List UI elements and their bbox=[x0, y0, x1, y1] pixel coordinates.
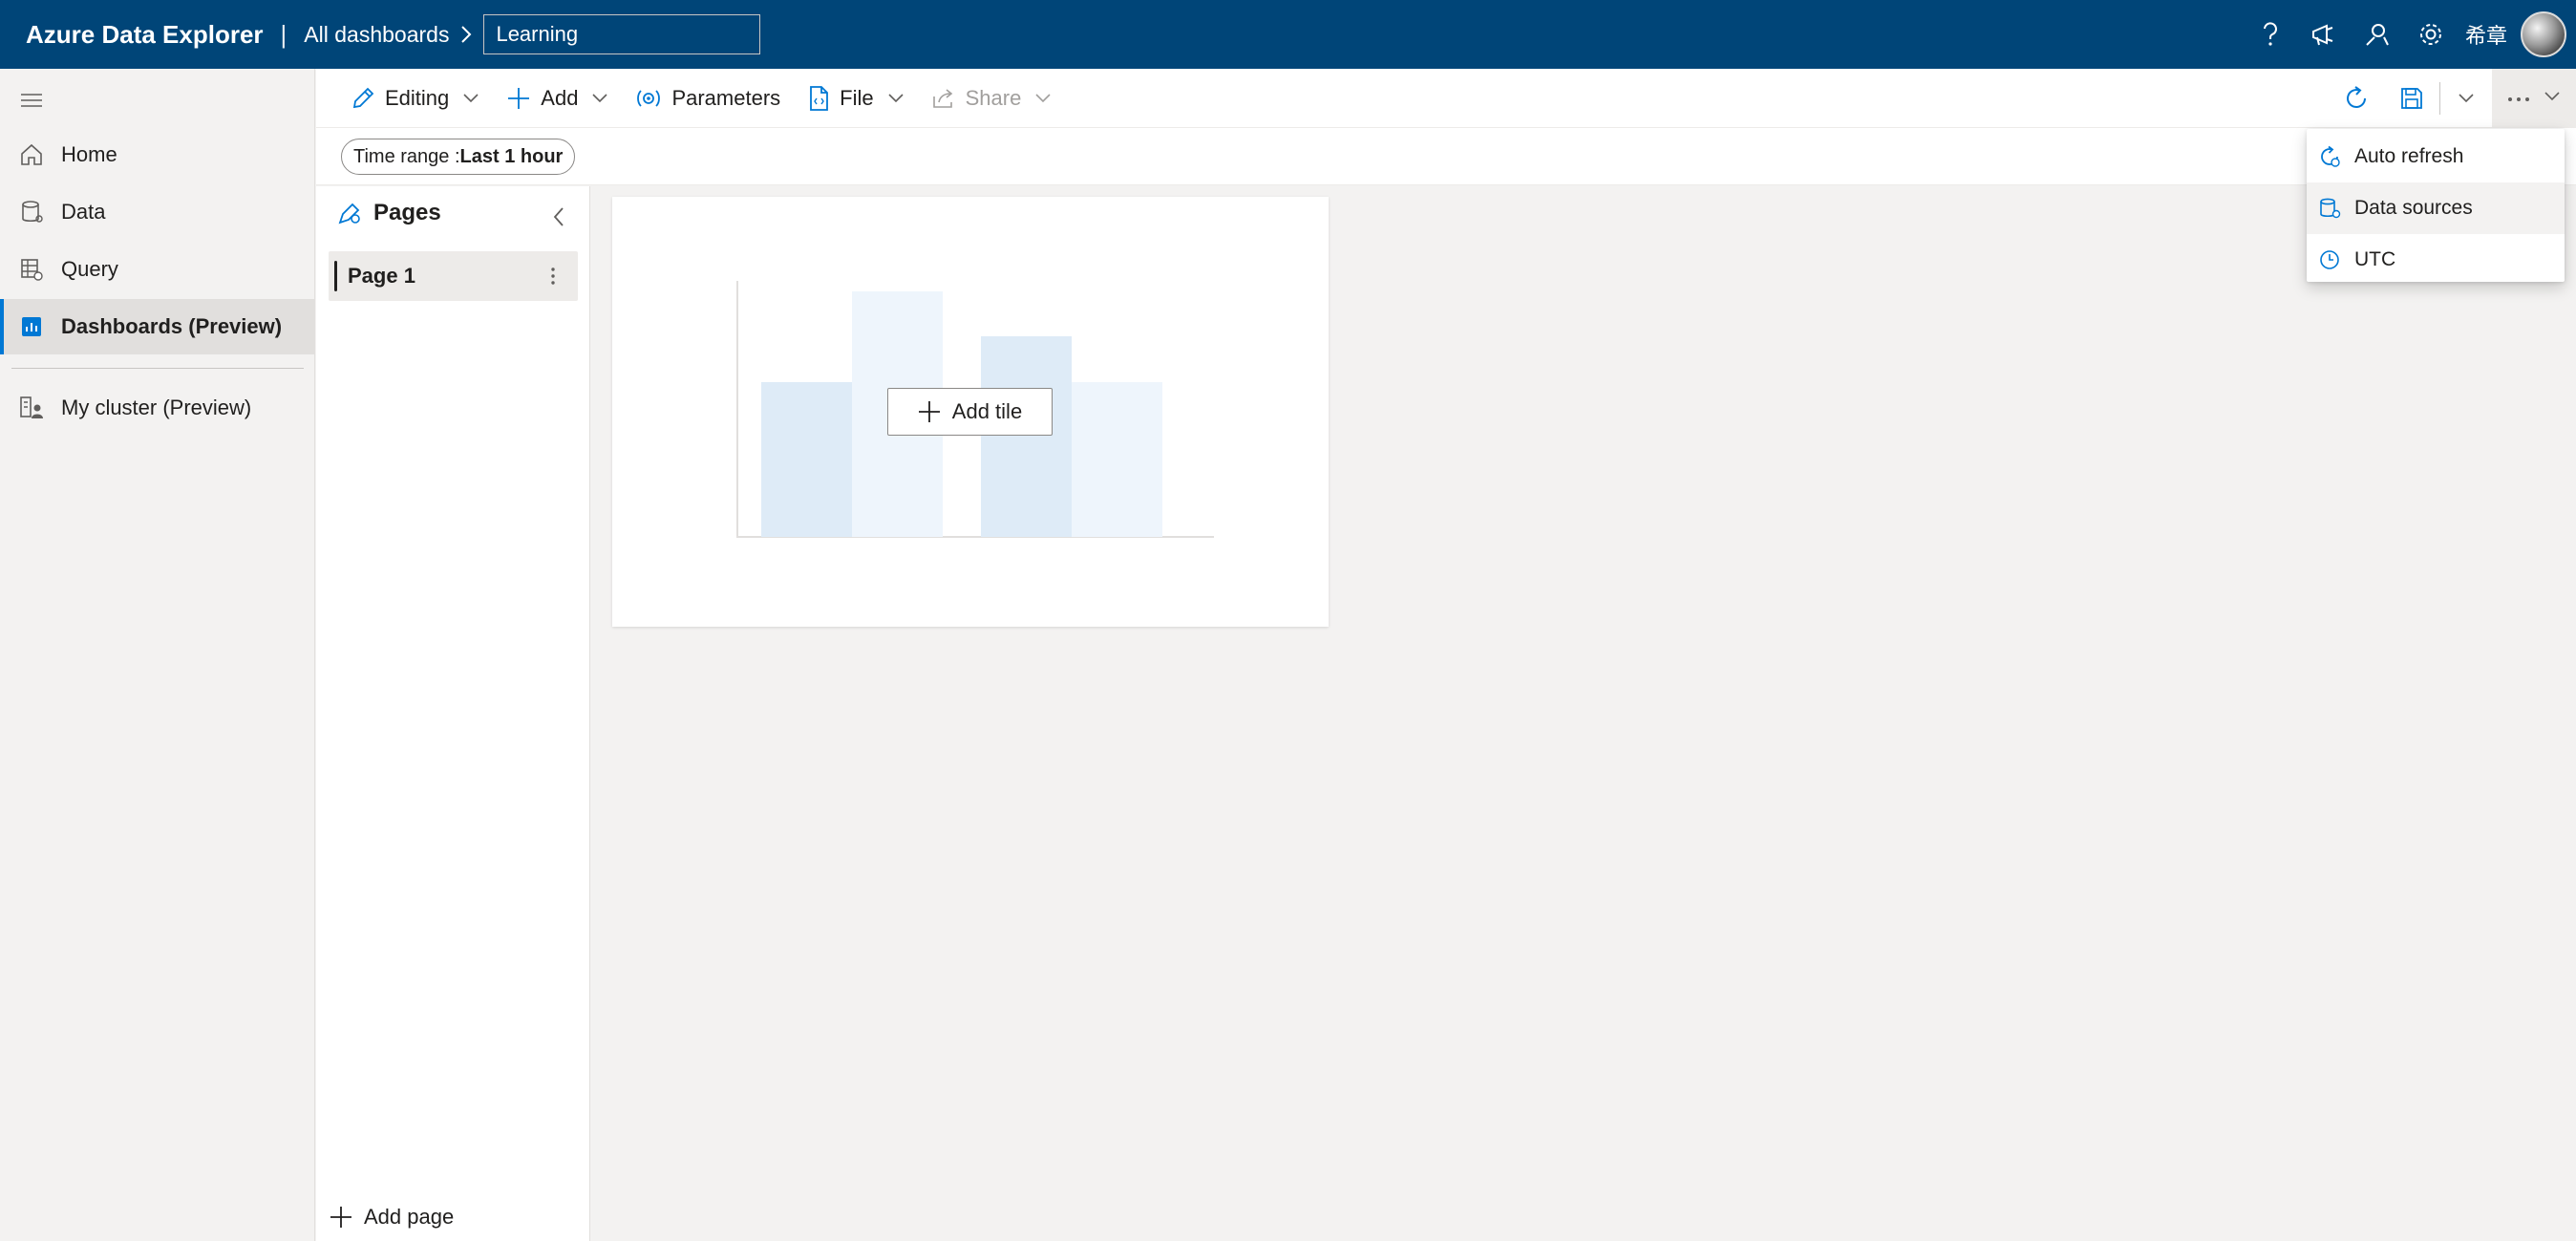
menu-item-label: Data sources bbox=[2354, 197, 2473, 219]
nav-item-home[interactable]: Home bbox=[0, 127, 315, 182]
more-options-button[interactable] bbox=[2492, 69, 2576, 128]
feedback-icon[interactable] bbox=[2351, 0, 2404, 69]
share-icon bbox=[931, 87, 956, 110]
chevron-down-icon bbox=[1034, 93, 1052, 104]
chevron-down-icon bbox=[887, 93, 905, 104]
add-page-label: Add page bbox=[364, 1205, 455, 1229]
top-bar: Azure Data Explorer | All dashboards 希章 bbox=[0, 0, 2576, 69]
page-more-vertical-icon[interactable] bbox=[540, 263, 566, 289]
filter-bar: Time range : Last 1 hour bbox=[316, 128, 2576, 185]
nav-item-label: Query bbox=[61, 257, 118, 281]
header-actions: 希章 bbox=[2244, 0, 2576, 69]
save-icon[interactable] bbox=[2384, 69, 2439, 128]
more-options-menu: Auto refresh Data sources UTC bbox=[2307, 129, 2565, 282]
menu-item-utc[interactable]: UTC bbox=[2307, 234, 2565, 286]
parameters-icon bbox=[635, 87, 662, 110]
data-sources-icon bbox=[2318, 197, 2341, 220]
empty-tile-placeholder: Add tile bbox=[612, 197, 1329, 627]
time-range-label: Time range : bbox=[353, 145, 460, 167]
announcements-icon[interactable] bbox=[2297, 0, 2351, 69]
add-tile-label: Add tile bbox=[951, 399, 1023, 423]
toolbar-right-actions bbox=[2329, 69, 2576, 128]
menu-item-label: Auto refresh bbox=[2354, 145, 2464, 167]
file-icon bbox=[807, 85, 830, 112]
hamburger-menu-icon[interactable] bbox=[17, 86, 46, 115]
pages-header: Pages bbox=[337, 200, 441, 226]
app-title[interactable]: Azure Data Explorer bbox=[26, 20, 264, 50]
nav-item-data[interactable]: Data bbox=[0, 184, 315, 240]
editing-button[interactable]: Editing bbox=[337, 69, 493, 128]
pages-panel: Pages Page 1 Add page bbox=[316, 186, 590, 1241]
help-icon[interactable] bbox=[2244, 0, 2297, 69]
left-navigation: Home Data Query Dashboards (Preview) My … bbox=[0, 69, 315, 1241]
menu-item-data-sources[interactable]: Data sources bbox=[2307, 182, 2565, 234]
page-list-item[interactable]: Page 1 bbox=[329, 251, 578, 301]
breadcrumb-all-dashboards[interactable]: All dashboards bbox=[304, 22, 449, 48]
share-button[interactable]: Share bbox=[918, 69, 1066, 128]
add-tile-button[interactable]: Add tile bbox=[887, 388, 1053, 436]
save-options-chevron-icon[interactable] bbox=[2440, 69, 2492, 128]
share-label: Share bbox=[965, 85, 1022, 110]
plus-icon bbox=[330, 1206, 352, 1229]
more-ellipsis-icon bbox=[2507, 90, 2530, 107]
dashboard-toolbar: Editing Add Parameters File Share bbox=[316, 69, 2576, 128]
plus-icon bbox=[506, 86, 531, 111]
chevron-down-icon bbox=[462, 93, 479, 104]
nav-item-label: Home bbox=[61, 142, 117, 166]
add-button[interactable]: Add bbox=[493, 69, 622, 128]
title-separator: | bbox=[280, 19, 287, 49]
nav-divider bbox=[11, 368, 304, 369]
menu-item-auto-refresh[interactable]: Auto refresh bbox=[2307, 131, 2565, 182]
time-range-value: Last 1 hour bbox=[459, 145, 564, 167]
file-label: File bbox=[840, 85, 874, 110]
avatar[interactable] bbox=[2521, 11, 2566, 57]
refresh-icon[interactable] bbox=[2329, 69, 2384, 128]
add-page-button[interactable]: Add page bbox=[330, 1205, 454, 1230]
chevron-down-icon bbox=[591, 93, 608, 104]
pages-title: Pages bbox=[373, 200, 441, 225]
database-icon bbox=[17, 198, 46, 226]
dashboard-name-input[interactable] bbox=[483, 14, 761, 54]
time-range-pill[interactable]: Time range : Last 1 hour bbox=[341, 139, 576, 175]
page-name: Page 1 bbox=[348, 264, 415, 288]
nav-item-label: Dashboards (Preview) bbox=[61, 314, 283, 338]
editing-label: Editing bbox=[385, 85, 450, 110]
nav-item-label: Data bbox=[61, 200, 106, 224]
pages-icon bbox=[337, 201, 362, 225]
user-name[interactable]: 希章 bbox=[2465, 19, 2507, 50]
query-icon bbox=[17, 255, 46, 284]
parameters-label: Parameters bbox=[671, 85, 781, 110]
add-label: Add bbox=[541, 85, 579, 110]
home-icon bbox=[17, 140, 46, 169]
menu-item-label: UTC bbox=[2354, 248, 2396, 270]
chevron-down-icon bbox=[2544, 90, 2561, 107]
pencil-icon bbox=[351, 86, 375, 111]
plus-icon bbox=[918, 400, 941, 423]
collapse-pages-chevron-left-icon[interactable] bbox=[545, 203, 572, 230]
nav-item-query[interactable]: Query bbox=[0, 242, 315, 297]
dashboard-icon bbox=[17, 312, 46, 341]
breadcrumb-chevron-icon bbox=[458, 23, 474, 46]
parameters-button[interactable]: Parameters bbox=[622, 69, 794, 128]
file-button[interactable]: File bbox=[794, 69, 917, 128]
clock-icon bbox=[2318, 248, 2341, 271]
auto-refresh-icon bbox=[2318, 145, 2341, 168]
nav-item-label: My cluster (Preview) bbox=[61, 396, 252, 419]
cluster-icon bbox=[17, 394, 46, 422]
nav-item-dashboards[interactable]: Dashboards (Preview) bbox=[0, 299, 315, 354]
settings-gear-icon[interactable] bbox=[2404, 0, 2458, 69]
nav-item-my-cluster[interactable]: My cluster (Preview) bbox=[0, 380, 315, 436]
